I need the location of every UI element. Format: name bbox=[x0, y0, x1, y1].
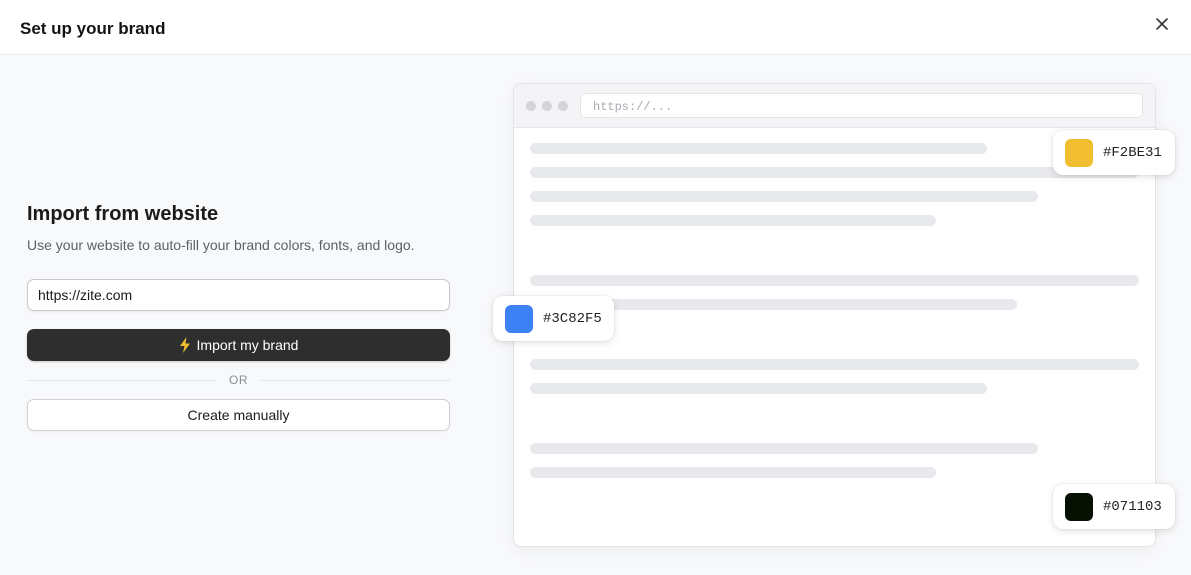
website-url-input[interactable] bbox=[27, 279, 450, 311]
skeleton-line bbox=[530, 359, 1139, 370]
import-heading: Import from website bbox=[27, 203, 219, 225]
skeleton-line bbox=[530, 383, 987, 394]
window-dot-icon bbox=[526, 101, 536, 111]
skeleton-line bbox=[530, 167, 1139, 178]
color-chip-yellow: #F2BE31 bbox=[1053, 130, 1175, 175]
skeleton-line bbox=[530, 191, 1038, 202]
color-hex-label: #3C82F5 bbox=[543, 310, 602, 327]
lightning-bolt-icon bbox=[179, 337, 190, 353]
window-dot-icon bbox=[542, 101, 552, 111]
divider-line-right bbox=[261, 379, 450, 381]
skeleton-line bbox=[530, 275, 1139, 286]
import-subtitle: Use your website to auto-fill your brand… bbox=[27, 237, 415, 253]
dialog-body: Import from website Use your website to … bbox=[0, 55, 1191, 575]
skeleton-line bbox=[530, 215, 936, 226]
import-brand-button[interactable]: Import my brand bbox=[27, 329, 450, 361]
color-hex-label: #F2BE31 bbox=[1103, 144, 1162, 161]
color-hex-label: #071103 bbox=[1103, 498, 1162, 515]
address-bar: https://... bbox=[580, 93, 1143, 118]
color-swatch bbox=[1065, 492, 1093, 521]
color-swatch bbox=[505, 304, 533, 333]
skeleton-line bbox=[530, 143, 987, 154]
or-divider: OR bbox=[27, 372, 450, 388]
browser-toolbar: https://... bbox=[514, 84, 1155, 128]
skeleton-line bbox=[530, 467, 936, 478]
or-label: OR bbox=[229, 373, 248, 387]
color-swatch bbox=[1065, 138, 1093, 167]
create-manually-button[interactable]: Create manually bbox=[27, 399, 450, 431]
skeleton-line bbox=[530, 443, 1038, 454]
color-chip-black: #071103 bbox=[1053, 484, 1175, 529]
import-panel: Import from website Use your website to … bbox=[27, 203, 450, 431]
dialog-title: Set up your brand bbox=[20, 19, 166, 38]
close-button[interactable] bbox=[1150, 12, 1174, 36]
dialog-header: Set up your brand bbox=[0, 0, 1191, 55]
import-brand-button-label: Import my brand bbox=[196, 337, 299, 353]
window-dot-icon bbox=[558, 101, 568, 111]
color-chip-blue: #3C82F5 bbox=[493, 296, 614, 341]
close-icon bbox=[1156, 18, 1168, 30]
divider-line-left bbox=[27, 379, 216, 381]
